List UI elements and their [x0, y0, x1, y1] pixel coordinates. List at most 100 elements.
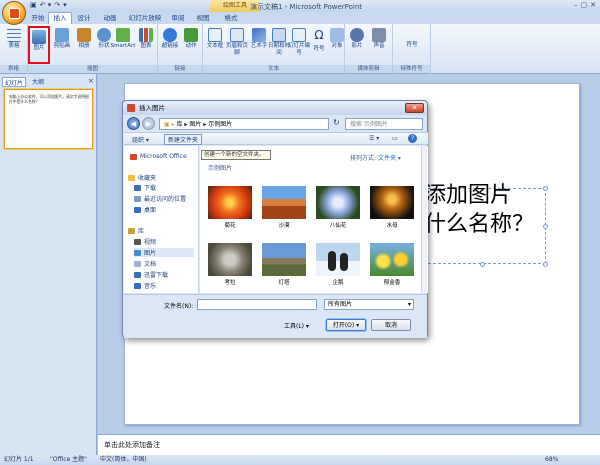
calendar-icon — [272, 28, 286, 42]
smartart-button[interactable]: SmartArt — [110, 28, 136, 50]
crumb-library[interactable]: 库 — [177, 121, 183, 128]
library-title: 示例图片 — [208, 165, 233, 172]
undo-icon[interactable]: ↶ ▾ — [40, 1, 52, 9]
view-icon[interactable]: ☰ ▾ — [369, 135, 379, 142]
dialog-close-button[interactable]: ✕ — [405, 103, 424, 113]
status-theme: "Office 主题" — [50, 456, 87, 463]
table-button[interactable]: 表格 — [2, 28, 26, 50]
crumb-pictures[interactable]: 图片 — [189, 121, 201, 128]
tab-animation[interactable]: 动画 — [100, 13, 120, 24]
header-footer-button[interactable]: 页眉和页脚 — [225, 28, 249, 57]
textbox-button[interactable]: 文本框 — [203, 28, 227, 50]
tab-slides[interactable]: 幻灯片 — [2, 77, 27, 87]
organize-button[interactable]: 组织 ▾ — [132, 135, 149, 144]
ribbon-tabs: 开始 插入 设计 动画 幻灯片放映 审阅 视图 格式 — [0, 12, 600, 24]
filename-input[interactable] — [197, 299, 317, 310]
resize-handle[interactable] — [480, 262, 485, 267]
tab-home[interactable]: 开始 — [28, 13, 48, 24]
action-button[interactable]: 动作 — [179, 28, 203, 50]
resize-handle[interactable] — [543, 262, 548, 267]
search-input[interactable]: 搜索 示例图片 — [345, 118, 423, 130]
nav-videos[interactable]: 视频 — [134, 237, 156, 246]
address-row: ◀ ▶ ▣ ▸ 库 ▸ 图片 ▸ 示例图片 ↻ 搜索 示例图片 — [127, 117, 425, 131]
group-illustrations: 图片 剪贴画 相册 形状 SmartArt 图表 插图 — [28, 24, 158, 74]
picture-button[interactable]: 图片 — [28, 26, 50, 64]
thumb-koala[interactable] — [208, 243, 252, 276]
ribbon: 表格 表格 图片 剪贴画 相册 形状 SmartArt 图表 插图 超链接 动作… — [0, 24, 600, 74]
cancel-button[interactable]: 取消 — [371, 319, 411, 331]
office-button[interactable] — [2, 1, 26, 25]
wordart-icon — [252, 28, 266, 42]
thumb-desert[interactable] — [262, 186, 306, 219]
nav-recent[interactable]: 最近访问的位置 — [134, 194, 186, 203]
library-icon — [128, 227, 135, 234]
chevron-down-icon: ▾ — [407, 301, 411, 308]
nav-libraries[interactable]: 库 — [128, 226, 144, 235]
refresh-icon[interactable]: ↻ — [333, 118, 340, 127]
close-panel-icon[interactable]: × — [88, 77, 94, 85]
thumb-penguins[interactable] — [316, 243, 360, 276]
clipart-button[interactable]: 剪贴画 — [50, 28, 74, 50]
video-icon — [134, 238, 141, 245]
group-links: 超链接 动作 链接 — [158, 24, 203, 74]
header-footer-icon — [230, 28, 244, 42]
tab-review[interactable]: 审阅 — [168, 13, 188, 24]
nav-documents[interactable]: 文档 — [134, 259, 156, 268]
shapes-icon — [97, 28, 111, 42]
movie-icon — [350, 28, 364, 42]
tab-slideshow[interactable]: 幻灯片放映 — [126, 13, 164, 24]
new-folder-button[interactable]: 新建文件夹 — [164, 134, 203, 145]
dialog-footer: 文件名(N): 所有图片 ▾ 工具(L) ▾ 打开(O) ▾ 取消 — [124, 294, 427, 338]
nav-thunder[interactable]: 迅雷下载 — [134, 270, 168, 279]
status-zoom: 68% — [545, 456, 559, 463]
tab-design[interactable]: 设计 — [74, 13, 94, 24]
chart-button[interactable]: 图表 — [134, 28, 158, 50]
thumb-lighthouse[interactable] — [262, 243, 306, 276]
qat-more-icon[interactable]: ▾ — [63, 1, 67, 9]
help-icon[interactable]: ? — [408, 134, 417, 143]
slide-thumbnail[interactable]: 电脑上办公软件，可以添加图片，请文字说明图片中是什么名称？ — [4, 89, 93, 149]
nav-music[interactable]: 音乐 — [134, 281, 156, 290]
nav-pictures[interactable]: 图片 — [134, 248, 194, 257]
thumb-hydrangea[interactable] — [316, 186, 360, 219]
preview-pane-icon[interactable]: ▭ — [392, 135, 398, 142]
tab-format[interactable]: 格式 — [220, 13, 242, 24]
star-icon — [128, 174, 135, 181]
thumb-jellyfish[interactable] — [370, 186, 414, 219]
thumb-chrysanthemum[interactable] — [208, 186, 252, 219]
nav-downloads[interactable]: 下载 — [134, 183, 156, 192]
nav-scrollbar[interactable] — [421, 146, 427, 293]
save-icon[interactable]: ▣ — [30, 1, 37, 9]
nav-office[interactable]: Microsoft Office — [130, 152, 187, 161]
address-bar[interactable]: ▣ ▸ 库 ▸ 图片 ▸ 示例图片 — [159, 118, 329, 130]
sound-button[interactable]: 声音 — [367, 28, 391, 50]
maximize-button[interactable]: ▢ — [581, 1, 588, 9]
desktop-icon — [134, 206, 141, 213]
album-icon — [77, 28, 91, 42]
arrange-dropdown[interactable]: 文件夹 ▾ — [378, 155, 401, 162]
back-button[interactable]: ◀ — [127, 117, 140, 130]
movie-button[interactable]: 影片 — [345, 28, 369, 50]
status-slide-count: 幻灯片 1/1 — [4, 456, 34, 463]
crumb-samples[interactable]: 示例图片 — [208, 121, 232, 128]
nav-favorites[interactable]: 收藏夹 — [128, 173, 156, 182]
recent-icon — [134, 195, 141, 202]
redo-icon[interactable]: ↷ — [54, 1, 60, 9]
nav-desktop[interactable]: 桌面 — [134, 205, 156, 214]
file-type-select[interactable]: 所有图片 ▾ — [324, 299, 414, 310]
minimize-button[interactable]: – — [574, 1, 578, 9]
tools-menu[interactable]: 工具(L) ▾ — [284, 321, 309, 330]
tab-outline[interactable]: 大纲 — [32, 77, 44, 87]
open-button[interactable]: 打开(O) ▾ — [326, 319, 366, 331]
thumb-tulips[interactable] — [370, 243, 414, 276]
file-list: 排列方式: 文件夹 ▾ 示例图片 菊花 沙漠 八仙花 水母 考拉 灯塔 企鹅 郁… — [200, 146, 428, 293]
forward-button[interactable]: ▶ — [142, 117, 155, 130]
special-symbol-button[interactable]: 符号 — [397, 42, 427, 49]
folder-icon: ▣ ▸ — [164, 121, 177, 128]
navigation-pane: Microsoft Office 收藏夹 下载 最近访问的位置 桌面 库 视频 … — [124, 146, 199, 293]
close-window-button[interactable]: ✕ — [590, 1, 596, 9]
notes-pane[interactable]: 单击此处添加备注 — [98, 434, 600, 455]
window-controls: – ▢ ✕ — [574, 1, 596, 9]
tab-insert[interactable]: 插入 — [48, 12, 72, 24]
tab-view[interactable]: 视图 — [193, 13, 213, 24]
